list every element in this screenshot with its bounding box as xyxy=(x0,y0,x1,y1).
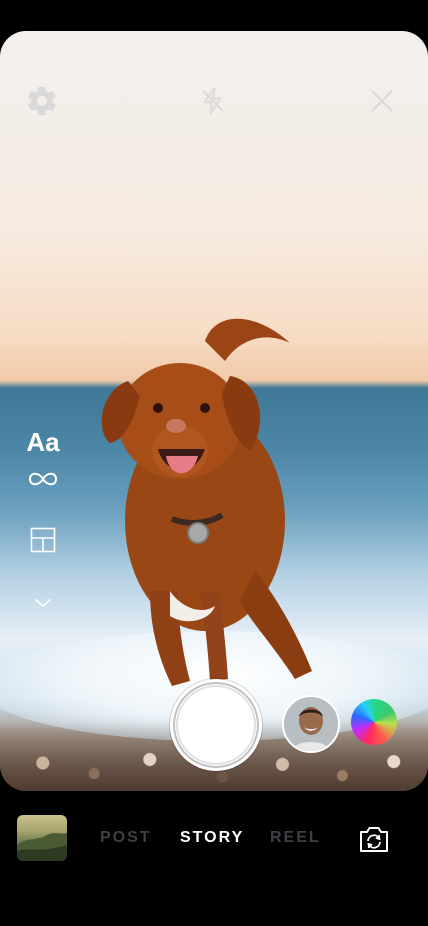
close-button[interactable] xyxy=(364,83,400,119)
close-icon xyxy=(371,90,393,112)
gallery-thumbnail[interactable] xyxy=(17,815,67,861)
more-tools-button[interactable] xyxy=(20,591,66,615)
face-effect-avatar[interactable] xyxy=(282,695,340,753)
gear-icon xyxy=(28,86,56,116)
flash-off-icon xyxy=(202,87,224,115)
flip-camera-icon xyxy=(360,827,388,852)
flash-toggle-button[interactable] xyxy=(195,83,231,119)
settings-button[interactable] xyxy=(24,83,60,119)
layout-grid-icon xyxy=(30,527,56,553)
text-mode-button[interactable]: Aa xyxy=(20,426,66,458)
face-effect-image xyxy=(284,697,338,751)
boomerang-button[interactable] xyxy=(20,463,66,495)
shutter-button[interactable] xyxy=(170,679,262,771)
mode-story[interactable]: STORY xyxy=(180,829,244,847)
mode-post[interactable]: POST xyxy=(100,829,152,847)
flip-camera-button[interactable] xyxy=(355,820,393,858)
color-wheel-effect[interactable] xyxy=(351,699,397,745)
mode-reel[interactable]: REEL xyxy=(270,829,321,847)
gallery-image xyxy=(17,833,67,861)
shutter-inner-ring xyxy=(176,685,256,765)
camera-viewfinder[interactable]: Aa xyxy=(0,31,428,791)
infinity-icon xyxy=(28,472,58,486)
dog-photo xyxy=(101,318,312,686)
text-mode-label: Aa xyxy=(26,426,60,457)
chevron-down-icon xyxy=(35,599,51,608)
layout-button[interactable] xyxy=(20,524,66,556)
